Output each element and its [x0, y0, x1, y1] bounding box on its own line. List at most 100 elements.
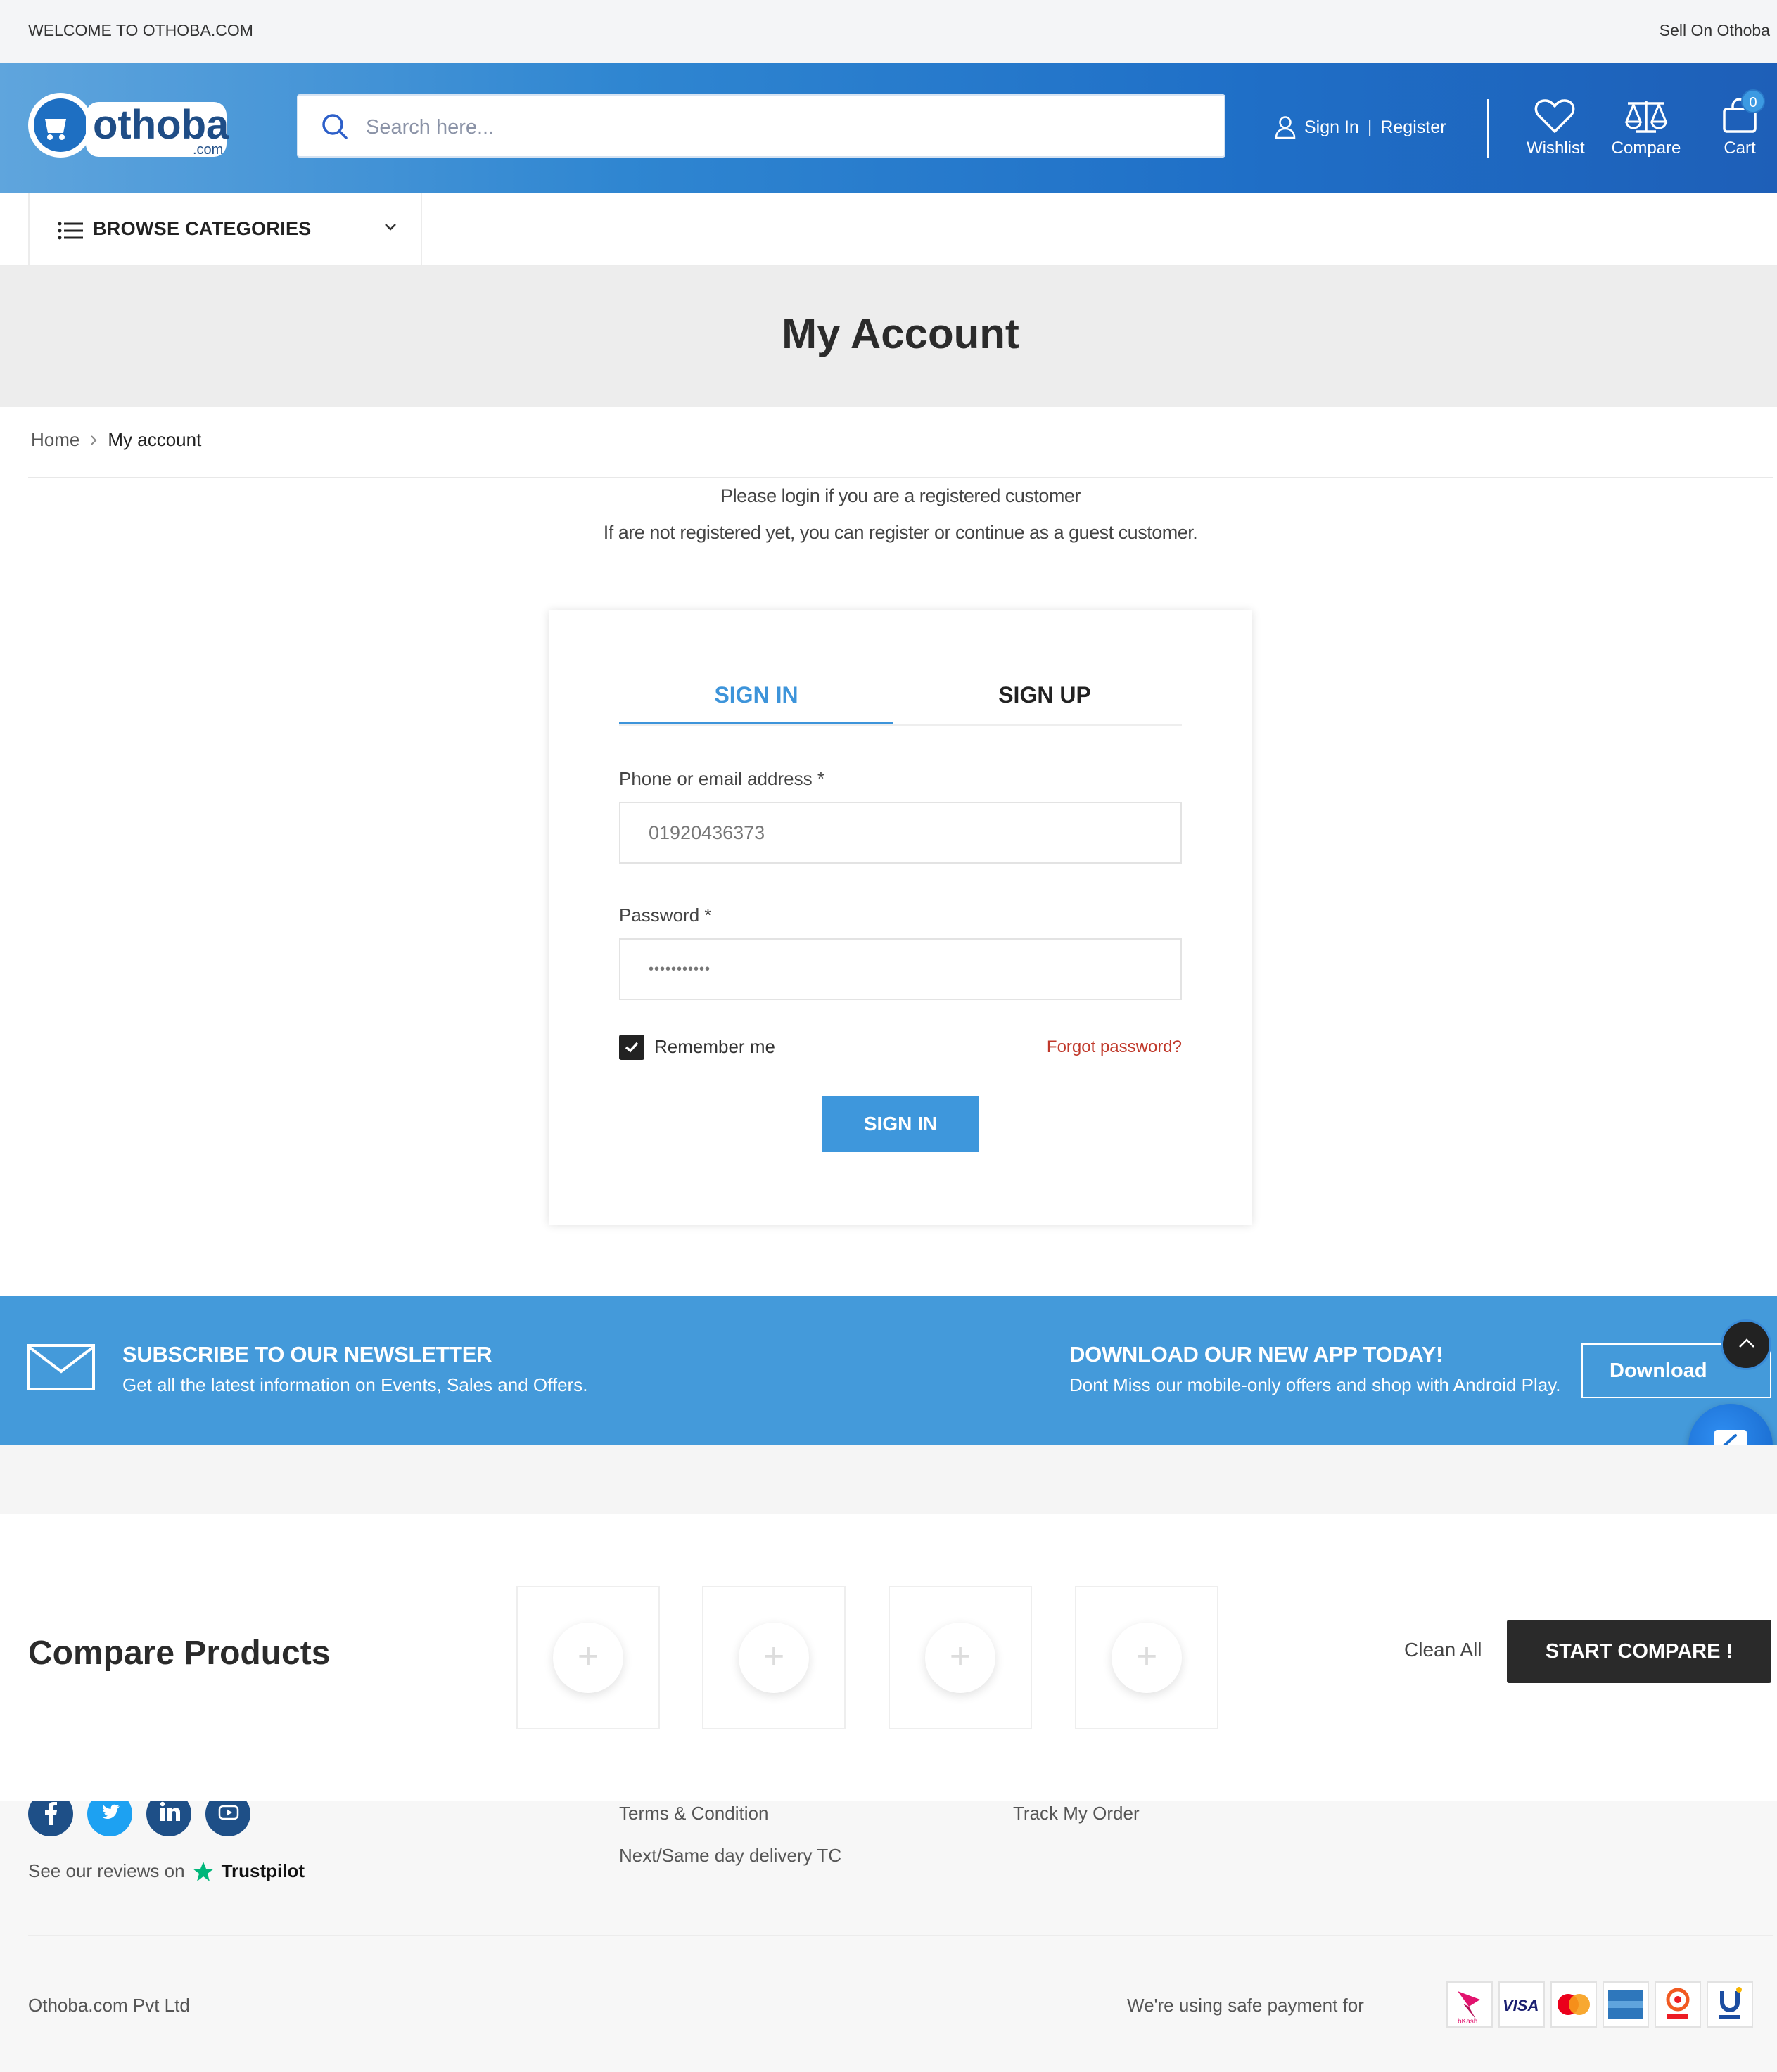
cart-label: Cart: [1724, 139, 1756, 158]
twitter-icon: [102, 1804, 120, 1819]
visa-payment-icon: VISA: [1498, 1981, 1545, 2028]
facebook-icon: [45, 1802, 57, 1825]
company-name: Othoba.com Pvt Ltd: [28, 1995, 190, 2016]
scale-icon: [1624, 101, 1668, 133]
logo-domain: .com: [193, 142, 223, 158]
linkedin-link[interactable]: [146, 1801, 191, 1836]
clean-all-link[interactable]: Clean All: [1404, 1639, 1482, 1661]
heart-icon: [1534, 99, 1575, 133]
nagad-payment-icon: [1655, 1981, 1701, 2028]
main-header: othoba .com Sign In | Register Wishlist: [0, 63, 1777, 193]
compare-slot[interactable]: +: [888, 1586, 1032, 1729]
svg-text:VISA: VISA: [1503, 1997, 1539, 2014]
trustpilot-label: Trustpilot: [221, 1860, 305, 1881]
start-compare-button[interactable]: START COMPARE !: [1507, 1620, 1771, 1683]
compare-label: Compare: [1611, 139, 1681, 158]
newsletter-title: SUBSCRIBE TO OUR NEWSLETTER: [122, 1342, 492, 1367]
footer-link-track-order[interactable]: Track My Order: [1013, 1803, 1140, 1824]
compare-products-bar: Compare Products + + + + Clean All START…: [0, 1514, 1777, 1801]
auth-tabs: SIGN IN SIGN UP: [619, 674, 1182, 726]
add-product-icon[interactable]: +: [925, 1623, 995, 1693]
compare-slot[interactable]: +: [1075, 1586, 1218, 1729]
envelope-icon: [27, 1344, 95, 1390]
reviews-prefix: See our reviews on: [28, 1860, 185, 1881]
top-bar: WELCOME TO OTHOBA.COM Sell On Othoba: [0, 0, 1777, 63]
breadcrumb-home-link[interactable]: Home: [31, 429, 79, 451]
chevron-up-icon: [1739, 1338, 1754, 1348]
remember-me-label: Remember me: [654, 1036, 775, 1057]
footer-link-delivery-tc[interactable]: Next/Same day delivery TC: [619, 1845, 841, 1867]
add-product-icon[interactable]: +: [553, 1623, 623, 1693]
forgot-password-link[interactable]: Forgot password?: [1047, 1037, 1182, 1057]
login-card: SIGN IN SIGN UP Phone or email address *…: [549, 610, 1252, 1225]
app-download-title: DOWNLOAD OUR NEW APP TODAY!: [1069, 1342, 1443, 1367]
sign-in-button[interactable]: SIGN IN: [822, 1096, 979, 1152]
register-link[interactable]: Register: [1380, 117, 1446, 138]
page-title: My Account: [782, 310, 1019, 357]
account-separator: |: [1367, 117, 1372, 137]
tab-sign-up[interactable]: SIGN UP: [907, 674, 1182, 724]
scroll-to-top-button[interactable]: [1721, 1319, 1771, 1370]
othoba-logo[interactable]: othoba .com: [27, 89, 232, 161]
twitter-link[interactable]: [87, 1801, 132, 1836]
account-links: Sign In | Register: [1275, 112, 1446, 143]
bkash-payment-icon: bKash: [1446, 1981, 1493, 2028]
list-icon: [58, 222, 83, 240]
chevron-right-icon: [91, 435, 97, 445]
newsletter-band: SUBSCRIBE TO OUR NEWSLETTER Get all the …: [0, 1296, 1777, 1445]
welcome-text: WELCOME TO OTHOBA.COM: [28, 21, 253, 39]
spacer-band: [0, 1445, 1777, 1514]
facebook-link[interactable]: [28, 1801, 73, 1836]
tab-sign-in[interactable]: SIGN IN: [619, 674, 893, 724]
svg-text:bKash: bKash: [1458, 2018, 1477, 2026]
user-icon: [1275, 116, 1296, 139]
footer-link-terms[interactable]: Terms & Condition: [619, 1803, 768, 1824]
remember-me-checkbox[interactable]: [619, 1035, 644, 1060]
sell-on-othoba-link[interactable]: Sell On Othoba: [1660, 21, 1770, 40]
download-label: Download: [1610, 1360, 1707, 1382]
search-icon[interactable]: [319, 111, 350, 142]
phone-email-field[interactable]: [619, 802, 1182, 864]
header-divider: [1487, 99, 1489, 158]
footer: See our reviews on Trustpilot Terms & Co…: [0, 1801, 1777, 2072]
sign-in-link[interactable]: Sign In: [1304, 117, 1359, 138]
linkedin-icon: [160, 1801, 180, 1821]
add-product-icon[interactable]: +: [1112, 1623, 1182, 1693]
search-input[interactable]: [364, 108, 1197, 146]
footer-divider: [28, 1935, 1773, 1936]
youtube-link[interactable]: [205, 1801, 250, 1836]
chevron-down-icon: [385, 224, 396, 231]
logo-wordmark: othoba: [93, 102, 229, 148]
guest-instruction: If are not registered yet, you can regis…: [603, 522, 1198, 543]
compare-slot[interactable]: +: [516, 1586, 660, 1729]
add-product-icon[interactable]: +: [739, 1623, 809, 1693]
cart-count-badge: 0: [1741, 89, 1765, 113]
mastercard-payment-icon: [1550, 1981, 1597, 2028]
app-download-subtitle: Dont Miss our mobile-only offers and sho…: [1069, 1374, 1561, 1395]
checkmark-icon: [625, 1042, 639, 1053]
upay-payment-icon: [1707, 1981, 1753, 2028]
safe-payment-text: We're using safe payment for: [1127, 1995, 1364, 2016]
browse-categories-label: BROWSE CATEGORIES: [93, 218, 312, 239]
youtube-icon: [218, 1805, 239, 1820]
login-instruction: Please login if you are a registered cus…: [720, 485, 1081, 506]
breadcrumb-divider: [28, 477, 1773, 478]
breadcrumb: Home My account: [31, 429, 201, 451]
compare-button[interactable]: Compare: [1611, 98, 1681, 158]
browse-categories-dropdown[interactable]: BROWSE CATEGORIES: [28, 193, 422, 266]
breadcrumb-current: My account: [108, 429, 202, 450]
search-box: [297, 94, 1225, 158]
wishlist-button[interactable]: Wishlist: [1527, 98, 1585, 158]
password-label: Password *: [619, 904, 712, 926]
phone-email-label: Phone or email address *: [619, 768, 824, 789]
compare-slot[interactable]: +: [702, 1586, 846, 1729]
newsletter-subtitle: Get all the latest information on Events…: [122, 1374, 588, 1395]
trustpilot-reviews[interactable]: See our reviews on Trustpilot: [28, 1860, 305, 1882]
cart-button[interactable]: 0 Cart: [1715, 89, 1765, 158]
page-title-band: My Account: [0, 266, 1777, 407]
social-links: [28, 1801, 253, 1846]
amex-payment-icon: [1603, 1981, 1649, 2028]
star-icon: [192, 1861, 214, 1881]
wishlist-label: Wishlist: [1527, 139, 1585, 158]
password-field[interactable]: [619, 938, 1182, 1000]
